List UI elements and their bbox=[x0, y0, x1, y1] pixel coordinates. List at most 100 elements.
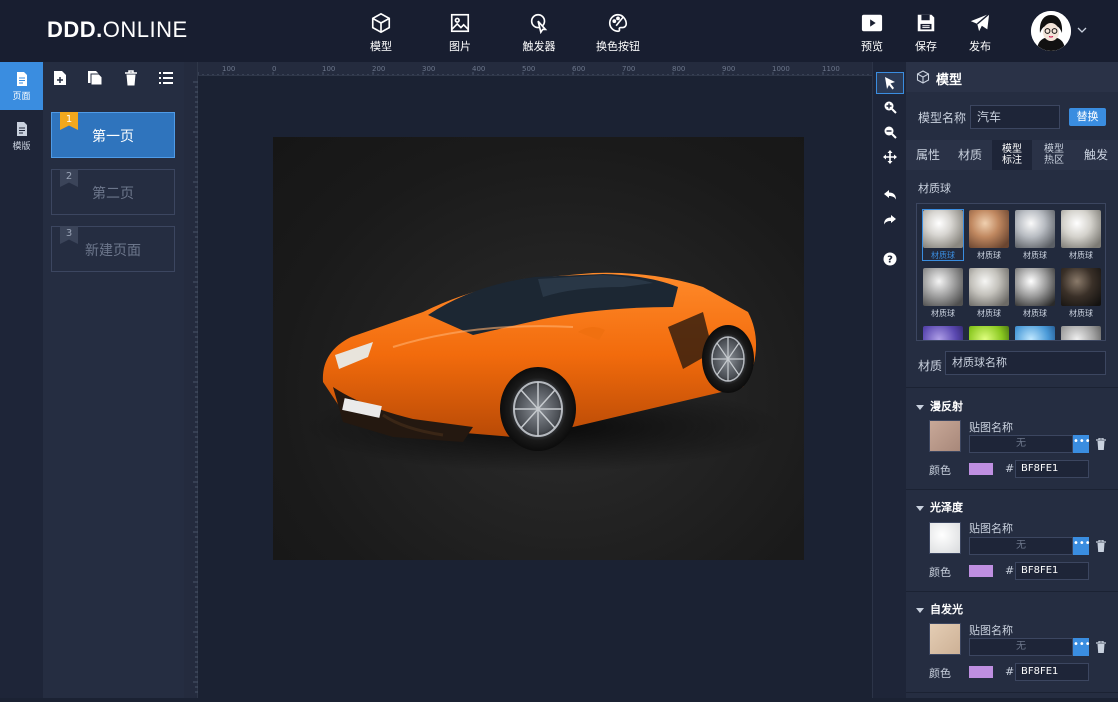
caret-down-icon bbox=[916, 404, 924, 410]
page-list-icon[interactable] bbox=[158, 70, 174, 86]
copy-page-icon[interactable] bbox=[87, 70, 103, 86]
replace-button[interactable]: 替换 bbox=[1069, 108, 1106, 126]
section-gloss-header[interactable]: 光泽度 bbox=[916, 499, 963, 515]
material-ball[interactable] bbox=[1015, 326, 1055, 340]
material-name-input[interactable]: 材质球名称 bbox=[945, 351, 1106, 375]
ruler-label: 300 bbox=[422, 65, 435, 73]
ruler-label: 100 bbox=[322, 65, 335, 73]
chevron-down-icon[interactable] bbox=[1076, 24, 1088, 36]
hex-color-input[interactable]: BF8FE1 bbox=[1015, 460, 1089, 478]
publish-button[interactable]: 发布 bbox=[950, 12, 1010, 54]
hex-color-input[interactable]: BF8FE1 bbox=[1015, 663, 1089, 681]
page-card[interactable]: 3 新建页面 bbox=[51, 226, 175, 272]
cursor-arrow-icon bbox=[885, 77, 895, 90]
color-swatch[interactable] bbox=[969, 565, 993, 577]
tool-image-button[interactable]: 图片 bbox=[430, 12, 490, 54]
color-label: 颜色 bbox=[929, 566, 951, 579]
divider bbox=[906, 692, 1118, 693]
color-label: 颜色 bbox=[929, 464, 951, 477]
nav-item-template[interactable]: 模版 bbox=[0, 112, 43, 160]
color-swatch[interactable] bbox=[969, 463, 993, 475]
car-model-image[interactable] bbox=[273, 137, 804, 560]
tool-model-button[interactable]: 模型 bbox=[351, 12, 411, 54]
palette-icon bbox=[609, 13, 628, 33]
nav-item-page[interactable]: 页面 bbox=[0, 62, 43, 110]
browse-map-button[interactable]: ••• bbox=[1073, 537, 1091, 555]
page-card[interactable]: 2 第二页 bbox=[51, 169, 175, 215]
ruler-label: 700 bbox=[622, 65, 635, 73]
map-name-label: 贴图名称 bbox=[969, 421, 1013, 434]
panel-header: 模型 bbox=[906, 62, 1118, 92]
section-diffuse-header[interactable]: 漫反射 bbox=[916, 398, 963, 414]
material-sphere-preview bbox=[969, 210, 1009, 248]
tab-material[interactable]: 材质 bbox=[950, 140, 990, 170]
help-button[interactable]: ? bbox=[876, 249, 904, 271]
tab-properties[interactable]: 属性 bbox=[908, 140, 948, 170]
material-sphere-preview bbox=[923, 268, 963, 306]
ruler-label: 1100 bbox=[822, 65, 840, 73]
help-icon: ? bbox=[883, 252, 897, 266]
material-ball[interactable]: 材质球 bbox=[922, 209, 964, 261]
caret-down-icon bbox=[916, 505, 924, 511]
material-ball[interactable]: 材质球 bbox=[923, 268, 963, 318]
material-ball[interactable]: 材质球 bbox=[1061, 210, 1101, 260]
model-name-label: 模型名称 bbox=[918, 111, 967, 125]
page-card[interactable]: 1 第一页 bbox=[51, 112, 175, 158]
model-stage[interactable] bbox=[273, 137, 804, 560]
color-swatch[interactable] bbox=[969, 666, 993, 678]
panel-tabs: 属性 材质 模型 标注 模型 热区 触发 bbox=[906, 140, 1118, 170]
delete-page-icon[interactable] bbox=[123, 70, 139, 86]
trash-icon[interactable] bbox=[1096, 641, 1106, 653]
hex-color-input[interactable]: BF8FE1 bbox=[1015, 562, 1089, 580]
material-ball[interactable]: 材质球 bbox=[1015, 210, 1055, 260]
material-ball[interactable] bbox=[969, 326, 1009, 340]
tool-trigger-button[interactable]: 触发器 bbox=[509, 12, 569, 54]
select-tool-button[interactable] bbox=[876, 72, 904, 94]
color-label: 颜色 bbox=[929, 667, 951, 680]
avatar[interactable] bbox=[1031, 11, 1071, 51]
model-name-input[interactable]: 汽车 bbox=[970, 105, 1060, 129]
map-name-input[interactable]: 无 bbox=[969, 638, 1073, 656]
material-sphere-preview bbox=[923, 210, 963, 248]
send-icon bbox=[970, 13, 990, 32]
move-tool-button[interactable] bbox=[876, 147, 904, 169]
material-ball[interactable]: 材质球 bbox=[969, 268, 1009, 318]
trash-icon[interactable] bbox=[1096, 438, 1106, 450]
gloss-texture-thumbnail[interactable] bbox=[929, 522, 961, 554]
svg-text:?: ? bbox=[887, 255, 893, 266]
browse-map-button[interactable]: ••• bbox=[1073, 435, 1091, 453]
trash-icon[interactable] bbox=[1096, 540, 1106, 552]
app-logo: DDD.ONLINE bbox=[47, 17, 188, 42]
tab-model-hotspot[interactable]: 模型 热区 bbox=[1034, 140, 1074, 170]
tab-trigger[interactable]: 触发 bbox=[1076, 140, 1116, 170]
map-name-input[interactable]: 无 bbox=[969, 537, 1073, 555]
zoom-out-button[interactable] bbox=[876, 122, 904, 144]
template-icon bbox=[16, 122, 27, 136]
browse-map-button[interactable]: ••• bbox=[1073, 638, 1091, 656]
material-sphere-preview bbox=[923, 326, 963, 340]
material-ball[interactable] bbox=[1061, 326, 1101, 340]
material-ball[interactable]: 材质球 bbox=[1061, 268, 1101, 318]
cube-icon bbox=[916, 70, 930, 84]
material-ball[interactable]: 材质球 bbox=[1015, 268, 1055, 318]
redo-button[interactable] bbox=[876, 210, 904, 232]
material-ball[interactable] bbox=[923, 326, 963, 340]
tool-color-button[interactable]: 换色按钮 bbox=[588, 12, 648, 54]
map-name-input[interactable]: 无 bbox=[969, 435, 1073, 453]
emissive-texture-thumbnail[interactable] bbox=[929, 623, 961, 655]
material-sphere-preview bbox=[1061, 268, 1101, 306]
play-icon bbox=[861, 14, 883, 32]
preview-button[interactable]: 预览 bbox=[842, 12, 902, 54]
material-ball[interactable]: 材质球 bbox=[969, 210, 1009, 260]
add-page-icon[interactable] bbox=[52, 70, 68, 86]
save-button[interactable]: 保存 bbox=[896, 12, 956, 54]
diffuse-texture-thumbnail[interactable] bbox=[929, 420, 961, 452]
undo-button[interactable] bbox=[876, 185, 904, 207]
tab-model-annotation[interactable]: 模型 标注 bbox=[992, 140, 1032, 170]
ruler-label: 900 bbox=[722, 65, 735, 73]
image-icon bbox=[450, 13, 470, 33]
section-emissive-header[interactable]: 自发光 bbox=[916, 601, 963, 617]
hash-label: # bbox=[1005, 462, 1015, 475]
left-nav: 页面 模版 bbox=[0, 62, 43, 698]
zoom-in-button[interactable] bbox=[876, 97, 904, 119]
